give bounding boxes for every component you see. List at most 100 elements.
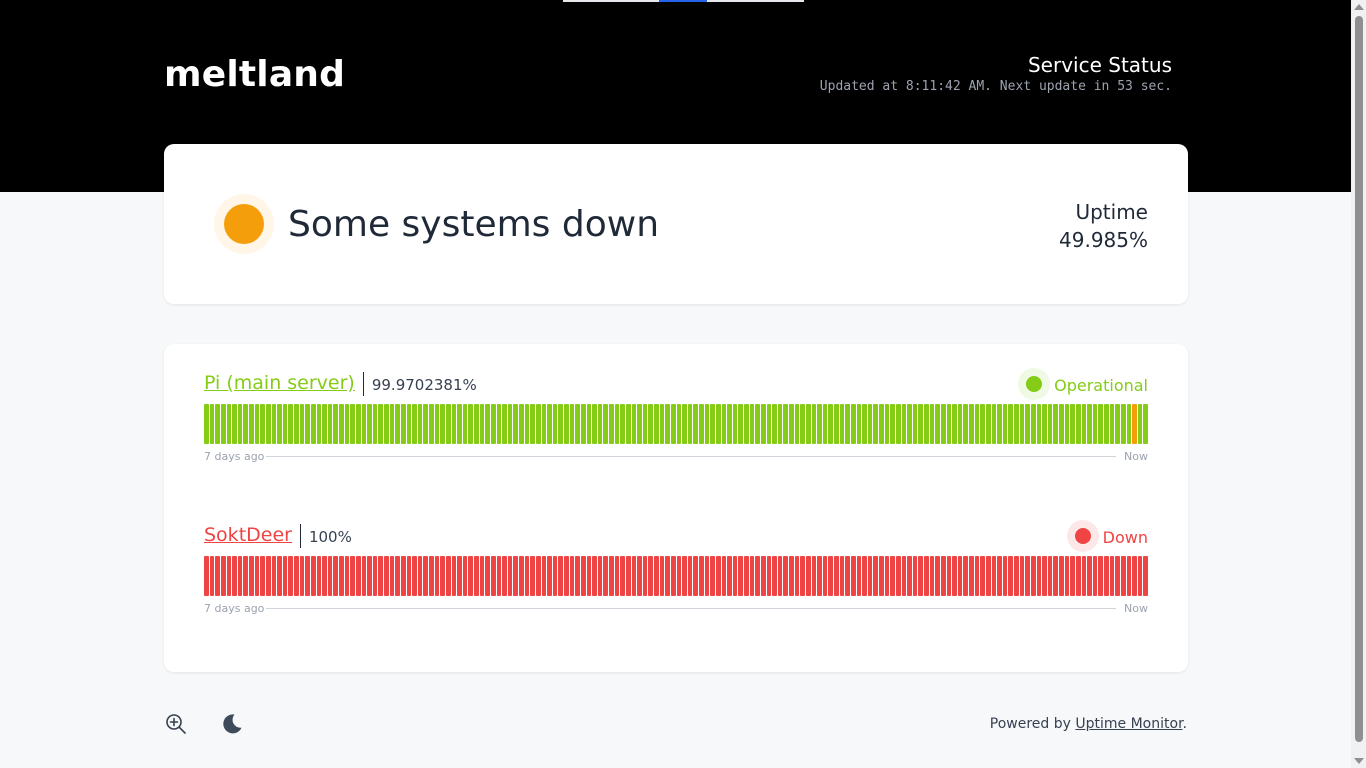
uptime-bar[interactable] [468,556,473,596]
uptime-bar[interactable] [569,556,575,596]
uptime-bar[interactable] [372,556,378,596]
uptime-bar[interactable] [1047,556,1053,596]
uptime-bar[interactable] [665,556,670,596]
uptime-bar[interactable] [552,556,558,596]
uptime-bar[interactable] [957,404,963,444]
uptime-bar[interactable] [569,404,575,444]
uptime-bar[interactable] [1087,404,1092,444]
uptime-bar[interactable] [749,556,755,596]
uptime-bar[interactable] [834,404,839,444]
uptime-bar[interactable] [417,556,423,596]
uptime-bar[interactable] [1132,556,1137,596]
uptime-bar[interactable] [507,404,513,444]
uptime-bar[interactable] [676,404,682,444]
uptime-bar[interactable] [485,556,490,596]
uptime-bar[interactable] [226,404,232,444]
uptime-bar[interactable] [547,556,552,596]
uptime-bar[interactable] [682,556,687,596]
uptime-bar[interactable] [850,556,856,596]
uptime-bar[interactable] [907,556,912,596]
uptime-bar[interactable] [575,556,580,596]
uptime-bar[interactable] [935,404,940,444]
uptime-bar[interactable] [845,556,850,596]
uptime-bar[interactable] [1047,404,1053,444]
uptime-bar[interactable] [912,404,918,444]
uptime-bar[interactable] [260,404,265,444]
uptime-bar[interactable] [350,404,355,444]
uptime-bar[interactable] [749,404,755,444]
uptime-bar[interactable] [850,404,856,444]
uptime-bar[interactable] [451,556,457,596]
uptime-bar[interactable] [597,404,603,444]
uptime-bar[interactable] [1143,404,1148,444]
uptime-bar[interactable] [406,404,412,444]
uptime-bar[interactable] [867,556,873,596]
uptime-bar[interactable] [890,404,895,444]
uptime-bar[interactable] [1120,556,1126,596]
uptime-bar[interactable] [502,556,507,596]
uptime-bar[interactable] [924,556,929,596]
uptime-bar[interactable] [299,404,305,444]
uptime-bar[interactable] [794,404,800,444]
uptime-bar[interactable] [209,556,215,596]
uptime-bar[interactable] [406,556,412,596]
uptime-bar[interactable] [912,556,918,596]
uptime-bar[interactable] [265,556,271,596]
uptime-bar[interactable] [828,556,833,596]
uptime-bar[interactable] [586,556,592,596]
uptime-bar[interactable] [715,404,721,444]
uptime-bar[interactable] [1008,404,1013,444]
uptime-bar[interactable] [282,556,288,596]
uptime-bar[interactable] [378,404,383,444]
uptime-bar[interactable] [316,556,322,596]
uptime-bar[interactable] [535,404,541,444]
uptime-bar[interactable] [237,404,243,444]
vertical-scrollbar[interactable] [1351,0,1366,768]
uptime-bar[interactable] [1059,404,1064,444]
uptime-bar[interactable] [423,556,428,596]
uptime-bar[interactable] [423,404,428,444]
uptime-bar[interactable] [282,404,288,444]
uptime-bar[interactable] [1036,556,1042,596]
uptime-bar[interactable] [367,556,372,596]
uptime-bar[interactable] [327,404,333,444]
uptime-bar[interactable] [288,556,293,596]
uptime-bar[interactable] [985,404,991,444]
uptime-bar[interactable] [1092,556,1098,596]
uptime-bar[interactable] [294,404,299,444]
uptime-bar[interactable] [929,556,935,596]
uptime-bar[interactable] [856,404,862,444]
uptime-bar[interactable] [524,556,530,596]
uptime-bar[interactable] [519,556,524,596]
uptime-bar[interactable] [322,404,327,444]
uptime-bar[interactable] [625,404,631,444]
uptime-bar[interactable] [603,404,608,444]
uptime-bar[interactable] [1087,556,1092,596]
uptime-bar[interactable] [350,556,355,596]
uptime-bar[interactable] [1059,556,1064,596]
uptime-bar[interactable] [890,556,895,596]
uptime-bar[interactable] [474,556,479,596]
uptime-bar[interactable] [884,556,890,596]
uptime-bar[interactable] [710,556,715,596]
uptime-bar[interactable] [940,404,946,444]
uptime-bar[interactable] [907,404,912,444]
uptime-bar[interactable] [811,556,817,596]
uptime-bar[interactable] [1081,556,1087,596]
uptime-bar[interactable] [462,556,468,596]
uptime-bar[interactable] [783,556,788,596]
uptime-bar[interactable] [580,556,586,596]
uptime-bar[interactable] [811,404,817,444]
uptime-bar[interactable] [344,404,350,444]
uptime-bar[interactable] [659,556,665,596]
uptime-bar[interactable] [817,404,822,444]
uptime-bar[interactable] [800,404,805,444]
zoom-in-icon[interactable] [164,712,188,736]
uptime-bar[interactable] [980,404,985,444]
scroll-down-icon[interactable] [1354,758,1364,764]
uptime-bar[interactable] [1030,556,1036,596]
uptime-bar[interactable] [355,556,361,596]
uptime-bar[interactable] [828,404,833,444]
uptime-bar[interactable] [845,404,850,444]
uptime-bar[interactable] [535,556,541,596]
